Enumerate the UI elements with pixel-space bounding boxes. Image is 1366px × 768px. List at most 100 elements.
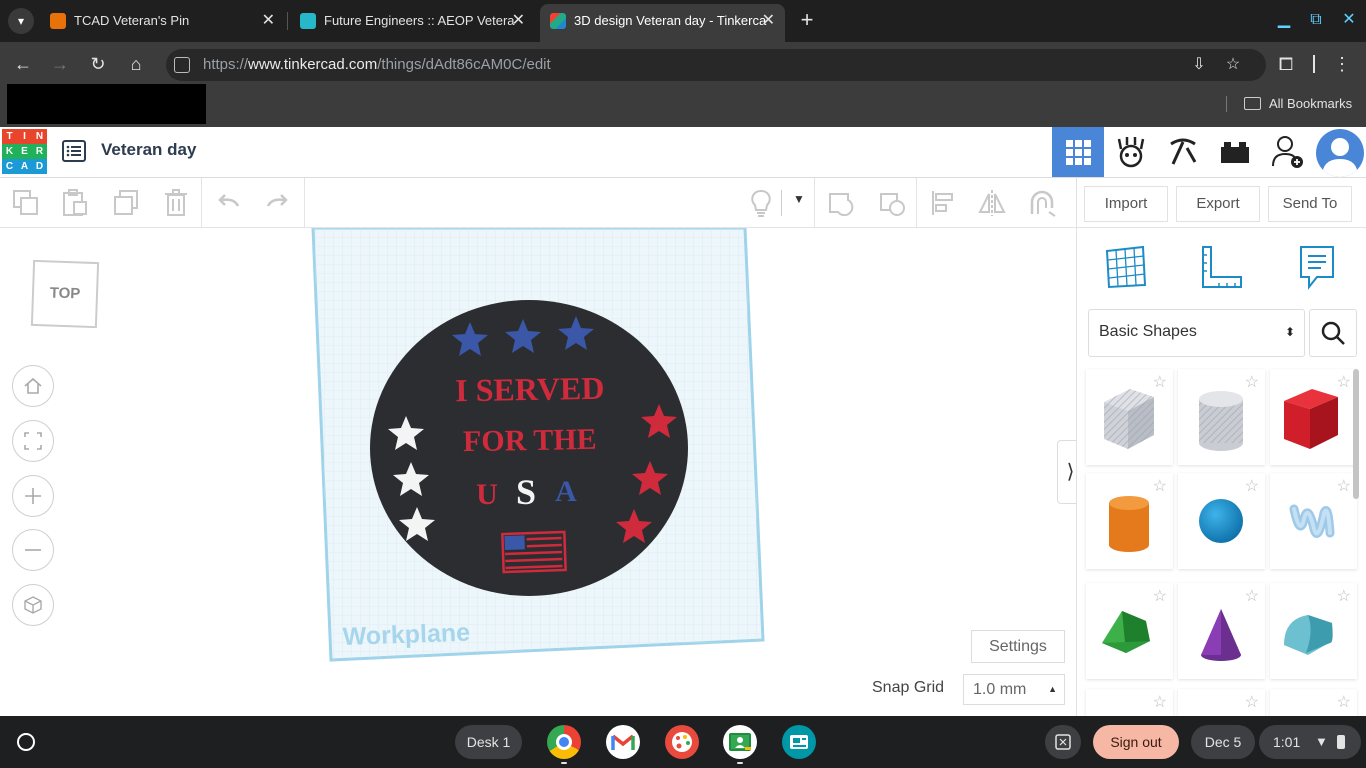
tab-tinkercad-design[interactable]: 3D design Veteran day - Tinkerca ✕: [540, 4, 785, 42]
favorite-star-icon[interactable]: ☆: [1153, 692, 1167, 712]
logo-letter: K: [2, 144, 17, 159]
favorite-star-icon[interactable]: ☆: [1153, 476, 1167, 496]
tab-future-engineers[interactable]: Future Engineers :: AEOP Vetera ✕: [290, 6, 535, 36]
all-bookmarks-button[interactable]: All Bookmarks: [1244, 96, 1352, 111]
address-bar[interactable]: https://www.tinkercad.com/things/dAdt86c…: [166, 49, 1266, 81]
reload-icon[interactable]: ↻: [85, 51, 111, 77]
status-tray[interactable]: 1:01 ▼: [1259, 725, 1361, 759]
light-dropdown-icon[interactable]: ▼: [793, 192, 805, 206]
close-tab-icon[interactable]: ✕: [762, 4, 775, 38]
align-button[interactable]: [928, 188, 958, 218]
ungroup-button[interactable]: [877, 188, 907, 218]
site-info-icon[interactable]: [174, 57, 190, 73]
light-button[interactable]: [746, 188, 776, 218]
3d-design-view-button[interactable]: [1052, 127, 1104, 177]
shape-cone[interactable]: ☆: [1178, 583, 1265, 679]
cruise-button[interactable]: [1027, 188, 1057, 218]
restore-icon[interactable]: ⧉: [1304, 8, 1328, 32]
workplane-tool-icon[interactable]: [1101, 243, 1149, 291]
shape-cylinder-hole[interactable]: ☆: [1178, 369, 1265, 465]
forward-icon[interactable]: →: [47, 51, 73, 77]
minimize-icon[interactable]: ▁: [1272, 8, 1296, 32]
ruler-tool-icon[interactable]: [1197, 243, 1245, 291]
copy-button[interactable]: [11, 188, 41, 218]
install-app-icon[interactable]: ⇩: [1188, 54, 1210, 76]
home-icon[interactable]: ⌂: [123, 51, 149, 77]
favorite-star-icon[interactable]: ☆: [1245, 476, 1259, 496]
close-tab-icon[interactable]: ✕: [512, 6, 525, 36]
avatar[interactable]: [1316, 129, 1364, 177]
sign-out-button[interactable]: Sign out: [1093, 725, 1179, 759]
tab-tcad-veterans-pin[interactable]: TCAD Veteran's Pin ✕: [40, 6, 285, 36]
launcher-icon[interactable]: [17, 733, 35, 751]
pin-text-line2[interactable]: FOR THE: [463, 423, 597, 458]
shape-round-roof[interactable]: ☆: [1270, 583, 1357, 679]
notes-tool-icon[interactable]: [1293, 243, 1341, 291]
pin-text-s[interactable]: S: [516, 472, 536, 512]
group-button[interactable]: [826, 188, 856, 218]
search-shapes-button[interactable]: [1309, 309, 1357, 357]
favorite-star-icon[interactable]: ☆: [1337, 586, 1351, 606]
more-menu-icon[interactable]: ⋮: [1329, 51, 1355, 77]
tab-title: TCAD Veteran's Pin: [74, 13, 190, 28]
paste-button[interactable]: [60, 188, 90, 218]
shape-roof[interactable]: ☆: [1086, 583, 1173, 679]
favorite-star-icon[interactable]: ☆: [1337, 372, 1351, 392]
desk-switcher-button[interactable]: Desk 1: [455, 725, 522, 759]
export-button[interactable]: Export: [1176, 186, 1260, 222]
panel-scrollbar[interactable]: [1353, 369, 1359, 499]
mirror-button[interactable]: [977, 188, 1007, 218]
favorite-star-icon[interactable]: ☆: [1245, 692, 1259, 712]
favorite-star-icon[interactable]: ☆: [1245, 586, 1259, 606]
chrome-app-icon[interactable]: [547, 725, 581, 759]
snap-grid-select[interactable]: 1.0 mm ▲: [963, 674, 1065, 705]
pin-text-a[interactable]: A: [555, 475, 577, 508]
shape-box-hole[interactable]: ☆: [1086, 369, 1173, 465]
favorite-star-icon[interactable]: ☆: [1337, 476, 1351, 496]
invite-user-button[interactable]: [1262, 127, 1314, 177]
new-tab-button[interactable]: +: [796, 9, 818, 33]
undo-button[interactable]: [214, 188, 244, 218]
bookmark-star-icon[interactable]: ☆: [1222, 54, 1244, 76]
tab-search-button[interactable]: ▾: [8, 8, 34, 34]
tinkercad-logo[interactable]: T I N K E R C A D: [2, 129, 47, 174]
pin-text-line1[interactable]: I SERVED: [455, 370, 605, 409]
classroom-app-icon[interactable]: [723, 725, 757, 759]
favorite-star-icon[interactable]: ☆: [1245, 372, 1259, 392]
send-to-button[interactable]: Send To: [1268, 186, 1352, 222]
screencast-app-icon[interactable]: [782, 725, 816, 759]
settings-button[interactable]: Settings: [971, 630, 1065, 663]
design-list-icon[interactable]: [62, 139, 86, 163]
collapse-panel-button[interactable]: ⟩: [1057, 440, 1076, 504]
shapes-category-select[interactable]: Basic Shapes ⬍: [1088, 309, 1305, 357]
shape-card-partial[interactable]: ☆: [1086, 689, 1173, 716]
redo-button[interactable]: [262, 188, 292, 218]
shape-cylinder[interactable]: ☆: [1086, 473, 1173, 569]
back-icon[interactable]: ←: [10, 51, 36, 77]
delete-button[interactable]: [161, 188, 191, 218]
shape-box[interactable]: ☆: [1270, 369, 1357, 465]
screen-capture-button[interactable]: [1045, 725, 1081, 759]
close-window-icon[interactable]: ✕: [1337, 8, 1361, 32]
shape-sphere[interactable]: ☆: [1178, 473, 1265, 569]
shape-scribble[interactable]: ☆: [1270, 473, 1357, 569]
bricks-button[interactable]: [1157, 127, 1209, 177]
shape-card-partial[interactable]: ☆: [1178, 689, 1265, 716]
favorite-star-icon[interactable]: ☆: [1153, 586, 1167, 606]
import-button[interactable]: Import: [1084, 186, 1168, 222]
close-tab-icon[interactable]: ✕: [262, 6, 275, 36]
extensions-icon[interactable]: ⧠: [1273, 51, 1299, 77]
favorite-star-icon[interactable]: ☆: [1153, 372, 1167, 392]
shape-card-partial[interactable]: ☆: [1270, 689, 1357, 716]
favorite-star-icon[interactable]: ☆: [1337, 692, 1351, 712]
duplicate-button[interactable]: [111, 188, 141, 218]
pin-text-u[interactable]: U: [476, 478, 498, 511]
gmail-app-icon[interactable]: [606, 725, 640, 759]
canvas-app-icon[interactable]: [665, 725, 699, 759]
date-button[interactable]: Dec 5: [1191, 725, 1255, 759]
workplane-scene[interactable]: Workplane I SERVED FOR THE U S A: [0, 228, 1076, 716]
workspace-canvas[interactable]: TOP Workplane I SERVED FOR THE U S A ⟩ S…: [0, 228, 1076, 716]
blocks-button[interactable]: [1105, 127, 1157, 177]
lego-button[interactable]: [1209, 127, 1261, 177]
design-title[interactable]: Veteran day: [101, 140, 196, 160]
